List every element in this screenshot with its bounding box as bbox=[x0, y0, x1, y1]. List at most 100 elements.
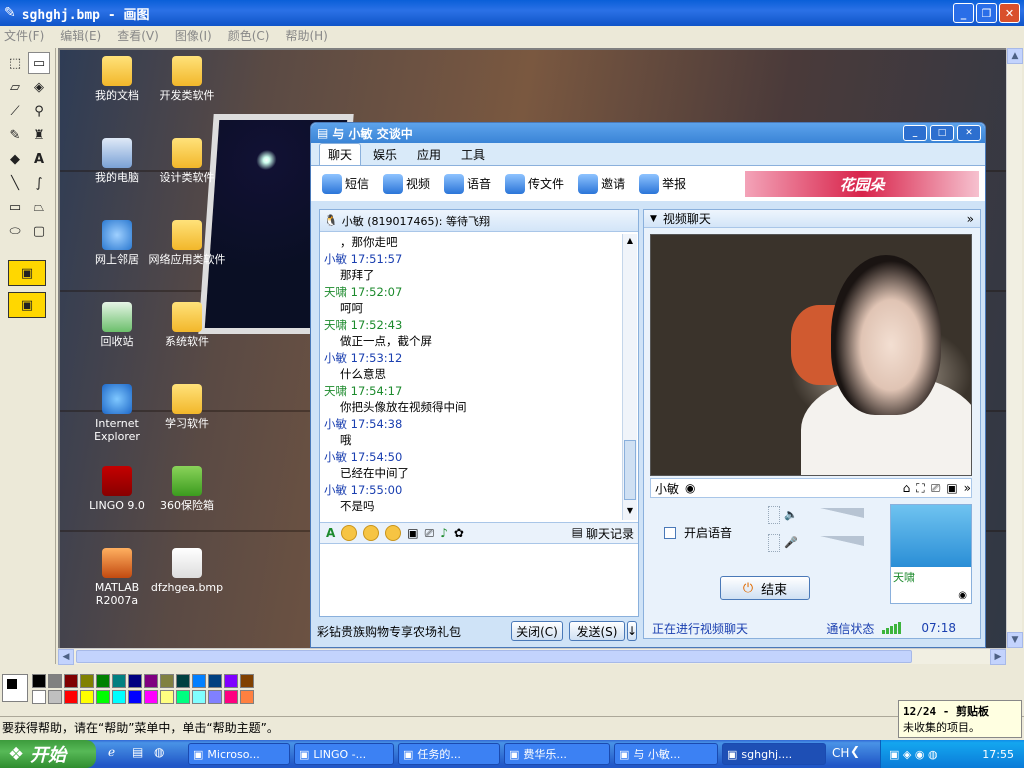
maximize-button[interactable]: ❐ bbox=[976, 3, 997, 23]
wink-icon[interactable] bbox=[385, 525, 402, 541]
taskbar-button[interactable]: ▣ Microso... bbox=[188, 743, 290, 765]
send-button[interactable]: 发送(S) bbox=[569, 621, 625, 641]
color-swatch[interactable] bbox=[192, 674, 206, 688]
font-icon[interactable]: A bbox=[326, 526, 335, 540]
camera-snapshot-icon[interactable]: ⎚ bbox=[931, 481, 941, 496]
select-tool-icon[interactable]: ▭ bbox=[28, 52, 50, 74]
pencil-tool-icon[interactable]: ✎ bbox=[4, 124, 26, 146]
desktop-icon[interactable]: 我的电脑 bbox=[78, 138, 156, 184]
airbrush-tool-icon[interactable]: ◆ bbox=[4, 148, 26, 170]
menu-item-5[interactable]: 帮助(H) bbox=[285, 27, 327, 44]
color-swatch[interactable] bbox=[96, 674, 110, 688]
title-bar[interactable]: ✎ sghghj.bmp - 画图 _ ❐ ✕ bbox=[0, 0, 1024, 26]
speaker-icon[interactable]: 🔈 bbox=[784, 508, 798, 521]
color-swatch[interactable] bbox=[96, 690, 110, 704]
scroll-left-icon[interactable]: ◀ bbox=[58, 649, 74, 665]
qq-tab-2[interactable]: 应用 bbox=[409, 144, 449, 165]
color-swatch[interactable] bbox=[208, 674, 222, 688]
color-swatch[interactable] bbox=[208, 690, 222, 704]
mic-icon[interactable]: 🎤 bbox=[784, 536, 798, 549]
opaque-option-icon[interactable]: ▣ bbox=[8, 292, 46, 318]
chat-scroll-down-icon[interactable]: ▼ bbox=[624, 506, 636, 518]
taskbar-button[interactable]: ▣ sghghj.... bbox=[722, 743, 826, 765]
taskbar-collapse-icon[interactable]: ❮ bbox=[850, 744, 860, 758]
desktop-icon[interactable]: LINGO 9.0 bbox=[78, 466, 156, 512]
gift-icon[interactable]: ✿ bbox=[454, 526, 464, 540]
brush-tool-icon[interactable]: ♜ bbox=[28, 124, 50, 146]
desktop-icon[interactable]: 回收站 bbox=[78, 302, 156, 348]
expand-icon[interactable]: » bbox=[967, 212, 974, 226]
color-swatch[interactable] bbox=[224, 690, 238, 704]
chat-history-button[interactable]: ▤ 聊天记录 bbox=[572, 525, 634, 542]
qq-tool-send-file-button[interactable]: 传文件 bbox=[502, 173, 567, 194]
menu-item-0[interactable]: 文件(F) bbox=[4, 27, 44, 44]
fill-tool-icon[interactable]: ◈ bbox=[28, 76, 50, 98]
qq-tool-report-button[interactable]: 举报 bbox=[636, 173, 689, 194]
message-input[interactable] bbox=[320, 546, 638, 616]
color-picker-tool-icon[interactable]: ⟋ bbox=[4, 100, 26, 122]
settings-icon[interactable]: ▣ bbox=[946, 481, 957, 496]
horizontal-scroll-thumb[interactable] bbox=[76, 650, 912, 663]
start-button[interactable]: ❖ 开始 bbox=[0, 740, 96, 768]
qq-quicklaunch-icon[interactable]: ◍ bbox=[154, 745, 164, 759]
qq-close-button[interactable]: ✕ bbox=[957, 125, 981, 141]
qq-tool-invite-button[interactable]: 邀请 bbox=[575, 173, 628, 194]
clipboard-notification[interactable]: 12/24 - 剪贴板 未收集的项目。 bbox=[898, 700, 1022, 738]
ellipse-tool-icon[interactable]: ⬭ bbox=[4, 220, 26, 242]
magnifier-tool-icon[interactable]: ⚲ bbox=[28, 100, 50, 122]
line-tool-icon[interactable]: ╲ bbox=[4, 172, 26, 194]
color-swatch[interactable] bbox=[160, 690, 174, 704]
desktop-icon[interactable]: MATLAB R2007a bbox=[78, 548, 156, 607]
qq-tool-voice-button[interactable]: 语音 bbox=[441, 173, 494, 194]
color-swatch[interactable] bbox=[64, 674, 78, 688]
curve-tool-icon[interactable]: ∫ bbox=[28, 172, 50, 194]
voice-checkbox[interactable] bbox=[664, 526, 676, 539]
color-swatch[interactable] bbox=[240, 690, 254, 704]
color-swatch[interactable] bbox=[144, 674, 158, 688]
color-swatch[interactable] bbox=[112, 674, 126, 688]
voice-toggle[interactable]: 开启语音 bbox=[664, 524, 732, 541]
ad-link[interactable]: 彩钻贵族购物专享农场礼包 bbox=[317, 623, 461, 640]
color-swatch[interactable] bbox=[80, 674, 94, 688]
chat-scroll-thumb[interactable] bbox=[624, 440, 636, 500]
clock[interactable]: 17:55 bbox=[982, 748, 1014, 761]
desktop-icon[interactable]: 学习软件 bbox=[148, 384, 226, 430]
music-icon[interactable]: ♪ bbox=[440, 526, 448, 540]
qq-tool-sms-button[interactable]: 短信 bbox=[319, 173, 372, 194]
magic-emoticon-icon[interactable] bbox=[363, 525, 380, 541]
scroll-up-icon[interactable]: ▲ bbox=[1007, 48, 1023, 64]
color-swatch[interactable] bbox=[112, 690, 126, 704]
send-options-arrow-icon[interactable]: ↓ bbox=[627, 621, 637, 641]
color-swatch[interactable] bbox=[240, 674, 254, 688]
qq-title-bar[interactable]: ▤ 与 小敏 交谈中 _ □ ✕ bbox=[311, 123, 985, 143]
chat-scroll-up-icon[interactable]: ▲ bbox=[624, 236, 636, 248]
color-swatch[interactable] bbox=[128, 690, 142, 704]
speaker-volume-slider[interactable] bbox=[768, 506, 780, 524]
menu-item-1[interactable]: 编辑(E) bbox=[60, 27, 101, 44]
desktop-icon[interactable]: 网上邻居 bbox=[78, 220, 156, 266]
send-image-icon[interactable]: ▣ bbox=[407, 526, 418, 540]
current-colors[interactable] bbox=[2, 674, 28, 702]
close-chat-button[interactable]: 关闭(C) bbox=[511, 621, 563, 641]
color-swatch[interactable] bbox=[176, 690, 190, 704]
taskbar-button[interactable]: ▣ LINGO -... bbox=[294, 743, 394, 765]
menu-item-4[interactable]: 颜色(C) bbox=[228, 27, 270, 44]
chat-scrollbar[interactable]: ▲ ▼ bbox=[622, 234, 637, 520]
ad-banner-image[interactable]: 花园朵 bbox=[745, 171, 979, 197]
color-swatch[interactable] bbox=[48, 690, 62, 704]
vertical-scrollbar[interactable]: ▲ ▼ bbox=[1006, 48, 1023, 648]
color-swatch[interactable] bbox=[224, 674, 238, 688]
screenshot-icon[interactable]: ⎚ bbox=[425, 526, 435, 541]
scroll-down-icon[interactable]: ▼ bbox=[1007, 632, 1023, 648]
free-select-tool-icon[interactable]: ⬚ bbox=[4, 52, 26, 74]
scroll-right-icon[interactable]: ▶ bbox=[990, 649, 1006, 665]
taskbar-button[interactable]: ▣ 任务的... bbox=[398, 743, 500, 765]
color-swatch[interactable] bbox=[128, 674, 142, 688]
taskbar-button[interactable]: ▣ 与 小敏... bbox=[614, 743, 718, 765]
desktop-icon[interactable]: dfzhgea.bmp bbox=[148, 548, 226, 594]
qq-minimize-button[interactable]: _ bbox=[903, 125, 927, 141]
qq-tab-3[interactable]: 工具 bbox=[453, 144, 493, 165]
fullscreen-icon[interactable]: ⛶ bbox=[916, 481, 924, 496]
desktop-quicklaunch-icon[interactable]: ▤ bbox=[132, 745, 143, 759]
rounded-rect-tool-icon[interactable]: ▢ bbox=[28, 220, 50, 242]
